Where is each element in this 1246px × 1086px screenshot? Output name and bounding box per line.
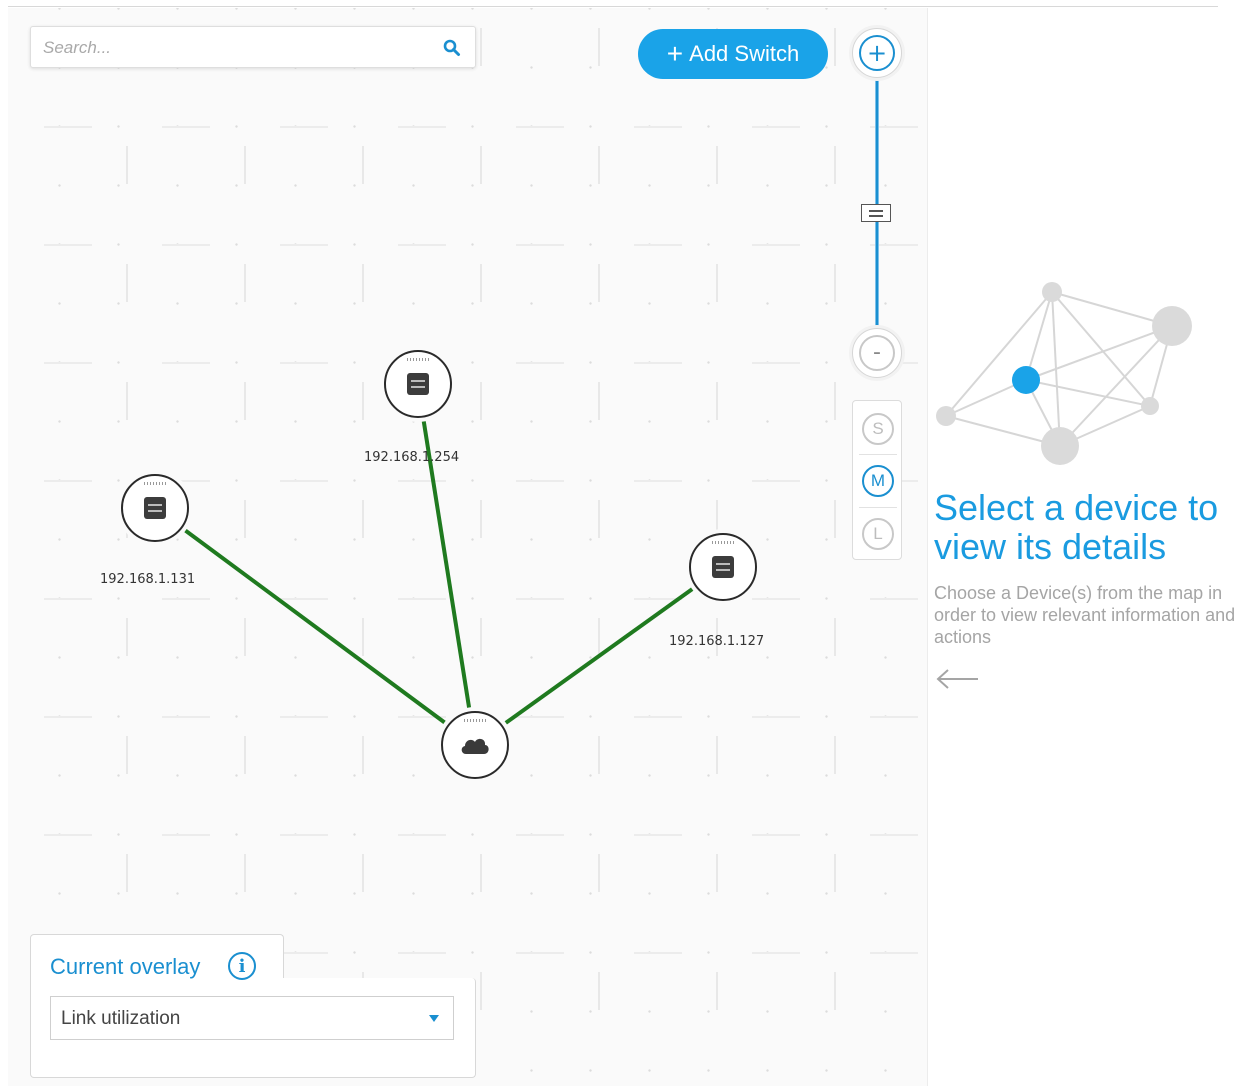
overlay-panel: Current overlay i Link utilization bbox=[30, 934, 476, 1078]
link-131-cloud[interactable] bbox=[153, 506, 477, 747]
details-panel: Select a device to view its details Choo… bbox=[930, 8, 1246, 1086]
zoom-control[interactable]: + - bbox=[851, 28, 903, 378]
size-medium-button[interactable]: M bbox=[862, 465, 894, 497]
node-label-127: 192.168.1.127 bbox=[669, 634, 765, 649]
arrow-left-icon bbox=[936, 669, 978, 689]
switch-node-254[interactable] bbox=[384, 350, 452, 418]
search-input[interactable] bbox=[43, 35, 423, 61]
switch-icon bbox=[144, 497, 166, 519]
link-254-cloud[interactable] bbox=[416, 384, 477, 746]
switch-icon bbox=[407, 373, 429, 395]
size-large-button[interactable]: L bbox=[862, 518, 894, 550]
node-label-254: 192.168.1.254 bbox=[364, 450, 460, 465]
details-description: Choose a Device(s) from the map in order… bbox=[934, 583, 1236, 647]
port-ticks bbox=[464, 719, 486, 722]
divider bbox=[859, 454, 897, 455]
zoom-in-button[interactable]: + bbox=[852, 28, 902, 78]
details-heading: Select a device to view its details bbox=[934, 487, 1219, 567]
info-icon[interactable]: i bbox=[228, 952, 256, 980]
divider bbox=[859, 507, 897, 508]
switch-icon bbox=[712, 556, 734, 578]
search-icon[interactable] bbox=[443, 39, 461, 57]
search-box[interactable] bbox=[30, 26, 476, 68]
node-size-selector: S M L bbox=[852, 400, 902, 560]
topology-links bbox=[153, 384, 725, 747]
port-ticks bbox=[712, 541, 734, 544]
overlay-select[interactable]: Link utilization bbox=[50, 996, 454, 1040]
add-switch-button[interactable]: + Add Switch bbox=[638, 29, 828, 79]
size-small-button[interactable]: S bbox=[862, 413, 894, 445]
chevron-down-icon bbox=[429, 1015, 439, 1022]
switch-node-131[interactable] bbox=[121, 474, 189, 542]
node-label-131: 192.168.1.131 bbox=[100, 572, 196, 587]
zoom-out-icon: - bbox=[859, 335, 895, 371]
switch-node-127[interactable] bbox=[689, 533, 757, 601]
cloud-icon bbox=[461, 738, 489, 754]
add-switch-label: Add Switch bbox=[689, 41, 800, 66]
port-ticks bbox=[407, 358, 429, 361]
zoom-in-icon: + bbox=[859, 35, 895, 71]
overlay-title: Current overlay bbox=[50, 954, 201, 979]
plus-icon: + bbox=[666, 38, 684, 69]
overlay-select-value: Link utilization bbox=[61, 1008, 181, 1029]
cloud-node[interactable] bbox=[441, 711, 509, 779]
link-127-cloud[interactable] bbox=[473, 565, 725, 747]
zoom-slider-handle[interactable] bbox=[861, 204, 891, 222]
zoom-out-button[interactable]: - bbox=[852, 328, 902, 378]
network-graph-illustration bbox=[936, 282, 1192, 465]
port-ticks bbox=[144, 482, 166, 485]
